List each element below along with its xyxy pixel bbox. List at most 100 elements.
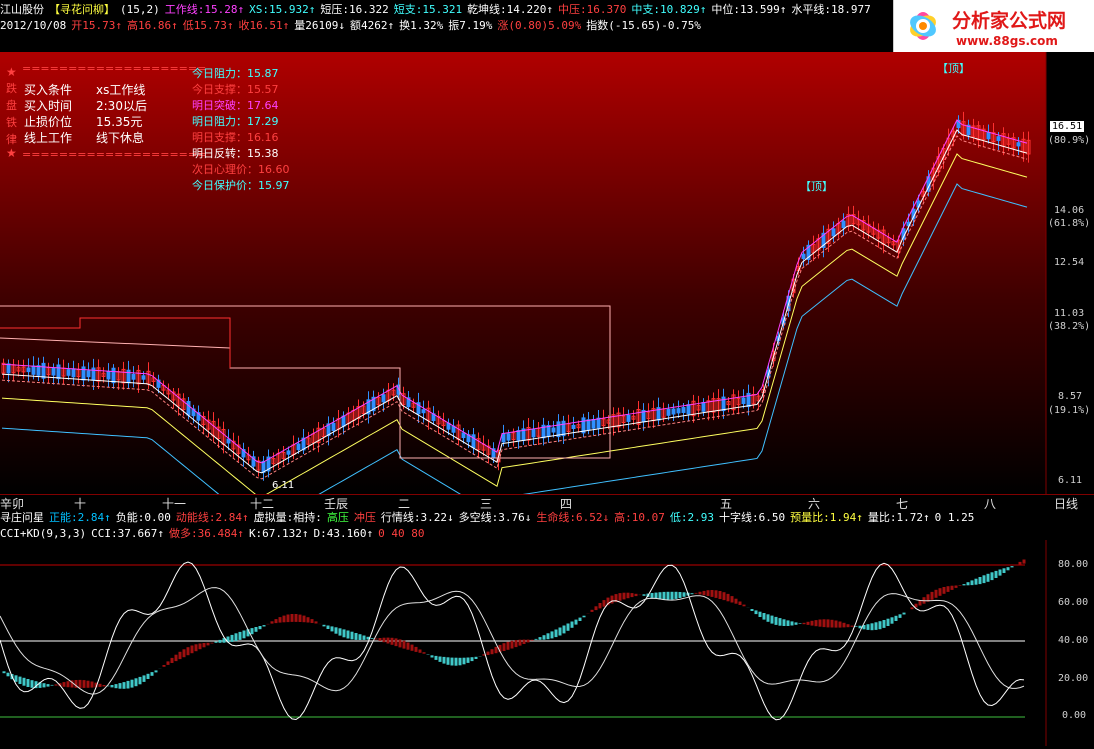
candle-body xyxy=(81,366,86,381)
candle-body xyxy=(31,365,36,375)
candle-body xyxy=(6,363,11,374)
readout-item: 高压 xyxy=(326,511,349,524)
price-axis-label: (38.2%) xyxy=(1048,321,1091,332)
readout-item: (15,2) xyxy=(120,3,160,16)
readout-item: 江山股份 xyxy=(0,3,44,16)
readout-item: 量比:1.72↑ xyxy=(867,511,930,524)
side-char: 盘 xyxy=(6,99,17,112)
sub-axis-label: 60.00 xyxy=(1058,597,1089,608)
readout-item: 0 40 80 xyxy=(378,527,425,540)
readout-item: 工作线:15.28↑ xyxy=(164,3,245,16)
readout-item: 开15.73↑ xyxy=(71,19,122,32)
price-axis-label: (80.9%) xyxy=(1048,135,1091,146)
strategy-box: 买入条件 xs工作线 买入时间 2:30以后 止损价位 15.35元 线上工作 线下休息 xyxy=(24,82,147,146)
divider-top: ==================== xyxy=(22,62,207,75)
candle-body xyxy=(71,368,76,378)
candle-body xyxy=(111,367,116,384)
readout-item: 寻庄问星 xyxy=(0,511,44,524)
readout-item: CCI:37.667↑ xyxy=(91,527,164,540)
readout-item: 高16.86↑ xyxy=(126,19,178,32)
candle-body xyxy=(626,414,631,422)
candle-body xyxy=(66,369,71,376)
price-axis-label: 8.57 xyxy=(1058,391,1083,402)
readout-item: 收16.51↑ xyxy=(238,19,290,32)
readout-item: 多空线:3.76↓ xyxy=(458,511,532,524)
candle-body xyxy=(51,367,56,376)
level-item: 今日保护价：15.97 xyxy=(192,179,290,192)
strategy-row: 买入时间 2:30以后 xyxy=(24,98,147,114)
candle-body xyxy=(471,434,476,449)
readout-item: 负能:0.00 xyxy=(115,511,171,524)
readout-item: 动能线:2.84↑ xyxy=(175,511,249,524)
readout-item: 涨(0.80)5.09% xyxy=(497,19,582,32)
candle-body xyxy=(461,432,466,439)
sub-axis-label: 40.00 xyxy=(1058,635,1089,646)
top-marker: 【顶】 xyxy=(800,180,833,193)
readout-item: 中压:16.370 xyxy=(558,3,627,16)
level-item: 今日支撑：15.57 xyxy=(192,83,279,96)
candle-body xyxy=(141,375,146,380)
cci-kd-chart[interactable]: 80.00 60.00 40.00 20.00 0.00 xyxy=(0,540,1094,746)
readout-item: 【寻花问柳】 xyxy=(49,3,115,16)
candle-body xyxy=(86,370,91,378)
strategy-key: 止损价位 xyxy=(24,115,73,129)
price-axis-label: (61.8%) xyxy=(1048,218,1091,229)
candle-body xyxy=(286,450,291,455)
low-price-label: 6.11 xyxy=(272,480,295,491)
period-daily-button[interactable]: 日线 xyxy=(1054,495,1078,512)
readout-item: 乾坤线:14.220↑ xyxy=(467,3,554,16)
readout-item: 低:2.93 xyxy=(669,511,714,524)
indicator-readout: 寻庄问星 正能:2.84↑ 负能:0.00 动能线:2.84↑ 虚拟量:相持: 高压 冲压行… xyxy=(0,510,979,526)
strategy-key: 买入条件 xyxy=(24,83,73,97)
candle-body xyxy=(296,443,301,451)
readout-item: XS:15.932↑ xyxy=(249,3,316,16)
price-axis-label: (19.1%) xyxy=(1048,405,1091,416)
candle-body xyxy=(831,228,836,237)
price-axis-label: 12.54 xyxy=(1054,257,1085,268)
candle-body xyxy=(676,408,681,414)
candle-body xyxy=(561,420,566,437)
readout-item: 水平线:18.977 xyxy=(791,3,871,16)
readout-item: 正能:2.84↑ xyxy=(49,511,111,524)
strategy-value: 线下休息 xyxy=(96,131,145,145)
candle-body xyxy=(996,136,1001,141)
indicator-title-line: 江山股份 【寻花问柳】 (15,2) 工作线:15.28↑ XS:15.932↑ 短压:1… xyxy=(0,2,876,18)
price-chart[interactable]: ★ 跌 盘 铁 律 ★ ==================== 买入条件 xs工… xyxy=(0,38,1094,494)
strategy-key: 线上工作 xyxy=(24,131,73,145)
readout-item: 换1.32% xyxy=(399,19,444,32)
readout-item: 冲压 xyxy=(353,511,376,524)
candle-body xyxy=(681,407,686,413)
candle-body xyxy=(586,419,591,431)
star-icon: ★ xyxy=(6,65,17,79)
candle-body xyxy=(596,417,601,429)
readout-item: 做多:36.484↑ xyxy=(168,527,244,540)
candle-body xyxy=(381,394,386,403)
candle-body xyxy=(671,408,676,415)
candle-body xyxy=(551,427,556,433)
readout-item: 指数(-15.65)-0.75% xyxy=(586,19,701,32)
readout-item: 短支:15.321 xyxy=(393,3,463,16)
readout-item: 十字线:6.50 xyxy=(719,511,786,524)
time-label: 八 xyxy=(984,497,997,511)
readout-item: K:67.132↑ xyxy=(248,527,309,540)
candle-body xyxy=(331,422,336,431)
sub-axis-label: 20.00 xyxy=(1058,673,1089,684)
level-list: 今日阻力：15.87 今日支撑：15.57 明日突破：17.64 明日阻力：17.29… xyxy=(192,66,290,194)
level-item: 明日反转：15.38 xyxy=(192,147,279,160)
candle-body xyxy=(1016,142,1021,147)
readout-item: 0 1.25 xyxy=(934,511,975,524)
readout-item: 2012/10/08 xyxy=(0,19,67,32)
candle-body xyxy=(131,373,136,380)
candle-body xyxy=(56,364,61,380)
candle-body xyxy=(801,253,806,260)
strategy-value: 2:30以后 xyxy=(96,99,147,113)
candle-body xyxy=(591,419,596,429)
readout-item: 生命线:6.52↓ xyxy=(536,511,610,524)
readout-item: 振7.19% xyxy=(448,19,493,32)
strategy-key: 买入时间 xyxy=(24,99,73,113)
strategy-value: 15.35元 xyxy=(96,115,143,129)
side-char: 跌 xyxy=(6,82,17,95)
readout-item: 行情线:3.22↓ xyxy=(380,511,454,524)
candle-body xyxy=(501,432,506,443)
candle-body xyxy=(666,408,671,416)
